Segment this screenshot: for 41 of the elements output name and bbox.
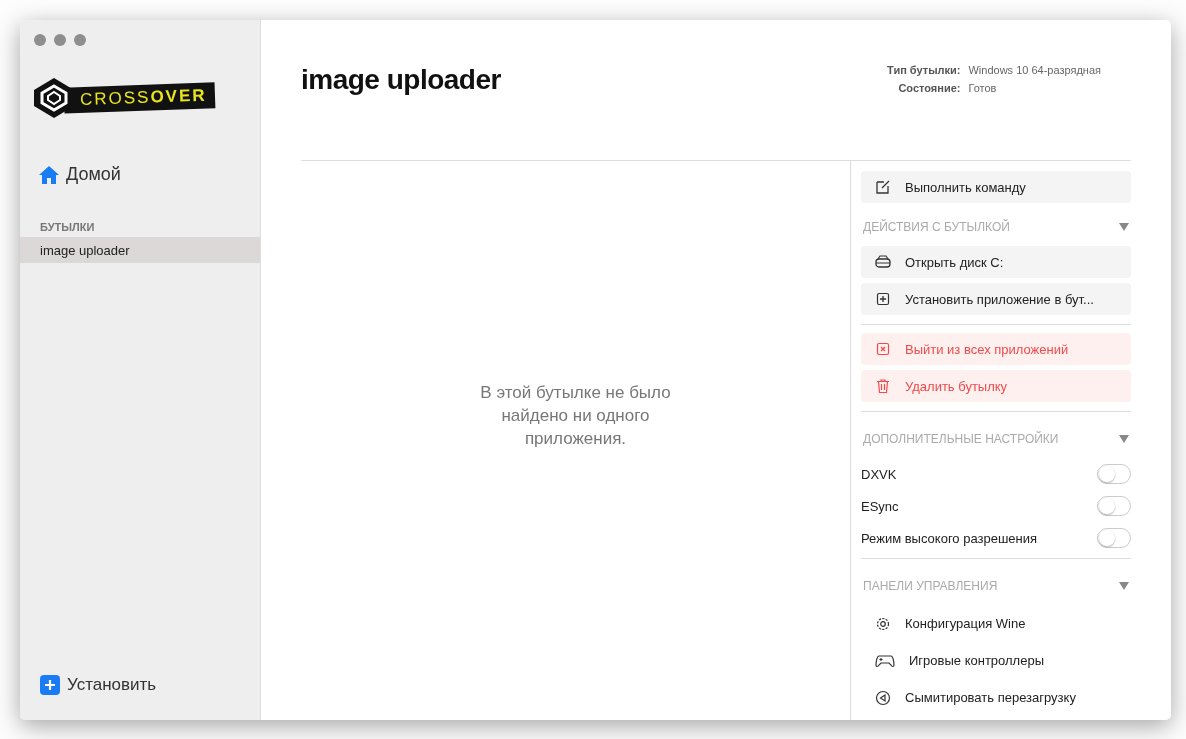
- section-header: ПАНЕЛИ УПРАВЛЕНИЯ: [863, 579, 998, 593]
- toggle-switch[interactable]: [1097, 496, 1131, 516]
- disclosure-triangle-icon[interactable]: [1119, 581, 1129, 591]
- info-value: Windows 10 64-разрядная: [968, 64, 1101, 76]
- disclosure-triangle-icon[interactable]: [1119, 434, 1129, 444]
- plus-square-icon: [875, 291, 891, 307]
- drive-icon: [875, 254, 891, 270]
- control-panel-item[interactable]: Сымитировать перезагрузку: [861, 679, 1131, 716]
- install-button[interactable]: Установить: [40, 675, 157, 695]
- window-control-icon[interactable]: [54, 34, 66, 46]
- info-value: Готов: [968, 82, 998, 94]
- house-icon: [38, 164, 60, 185]
- run-command-button[interactable]: Выполнить команду: [861, 171, 1131, 203]
- back-circle-icon: [875, 689, 891, 706]
- bottle-title: image uploader: [301, 64, 501, 97]
- sidebar-section-header: БУТЫЛКИ: [40, 221, 96, 233]
- window-control-icon[interactable]: [74, 34, 86, 46]
- empty-state-message: В этой бутылке не было найдено ни одного приложения.: [479, 382, 672, 450]
- setting-label: Режим высокого разрешения: [861, 530, 1038, 546]
- section-header: ДОПОЛНИТЕЛЬНЫЕ НАСТРОЙКИ: [863, 432, 1059, 446]
- trash-icon: [875, 378, 891, 394]
- info-label: Состояние:: [897, 82, 961, 94]
- section-header: ДЕЙСТВИЯ С БУТЫЛКОЙ: [863, 220, 1010, 234]
- control-panel-item[interactable]: Игровые контроллеры: [861, 642, 1131, 679]
- setting-label: DXVK: [861, 466, 897, 482]
- toggle-switch[interactable]: [1097, 528, 1131, 548]
- toggle-switch[interactable]: [1097, 464, 1131, 484]
- gear-icon: [875, 615, 891, 632]
- control-panel-item[interactable]: Конфигурация Wine: [861, 605, 1131, 642]
- window-control-icon[interactable]: [34, 34, 46, 46]
- action-button[interactable]: Открыть диск C:: [861, 246, 1131, 278]
- info-label: Тип бутылки:: [887, 64, 961, 76]
- close-square-icon: [875, 341, 891, 357]
- setting-label: ESync: [861, 498, 899, 514]
- disclosure-triangle-icon[interactable]: [1119, 222, 1129, 232]
- plus-icon: [40, 675, 60, 695]
- home-nav-item[interactable]: Домой: [38, 164, 121, 185]
- bottle-list-item[interactable]: image uploader: [20, 237, 260, 263]
- edit-icon: [875, 179, 891, 195]
- gamepad-icon: [875, 652, 895, 669]
- action-button[interactable]: Установить приложение в бут...: [861, 283, 1131, 315]
